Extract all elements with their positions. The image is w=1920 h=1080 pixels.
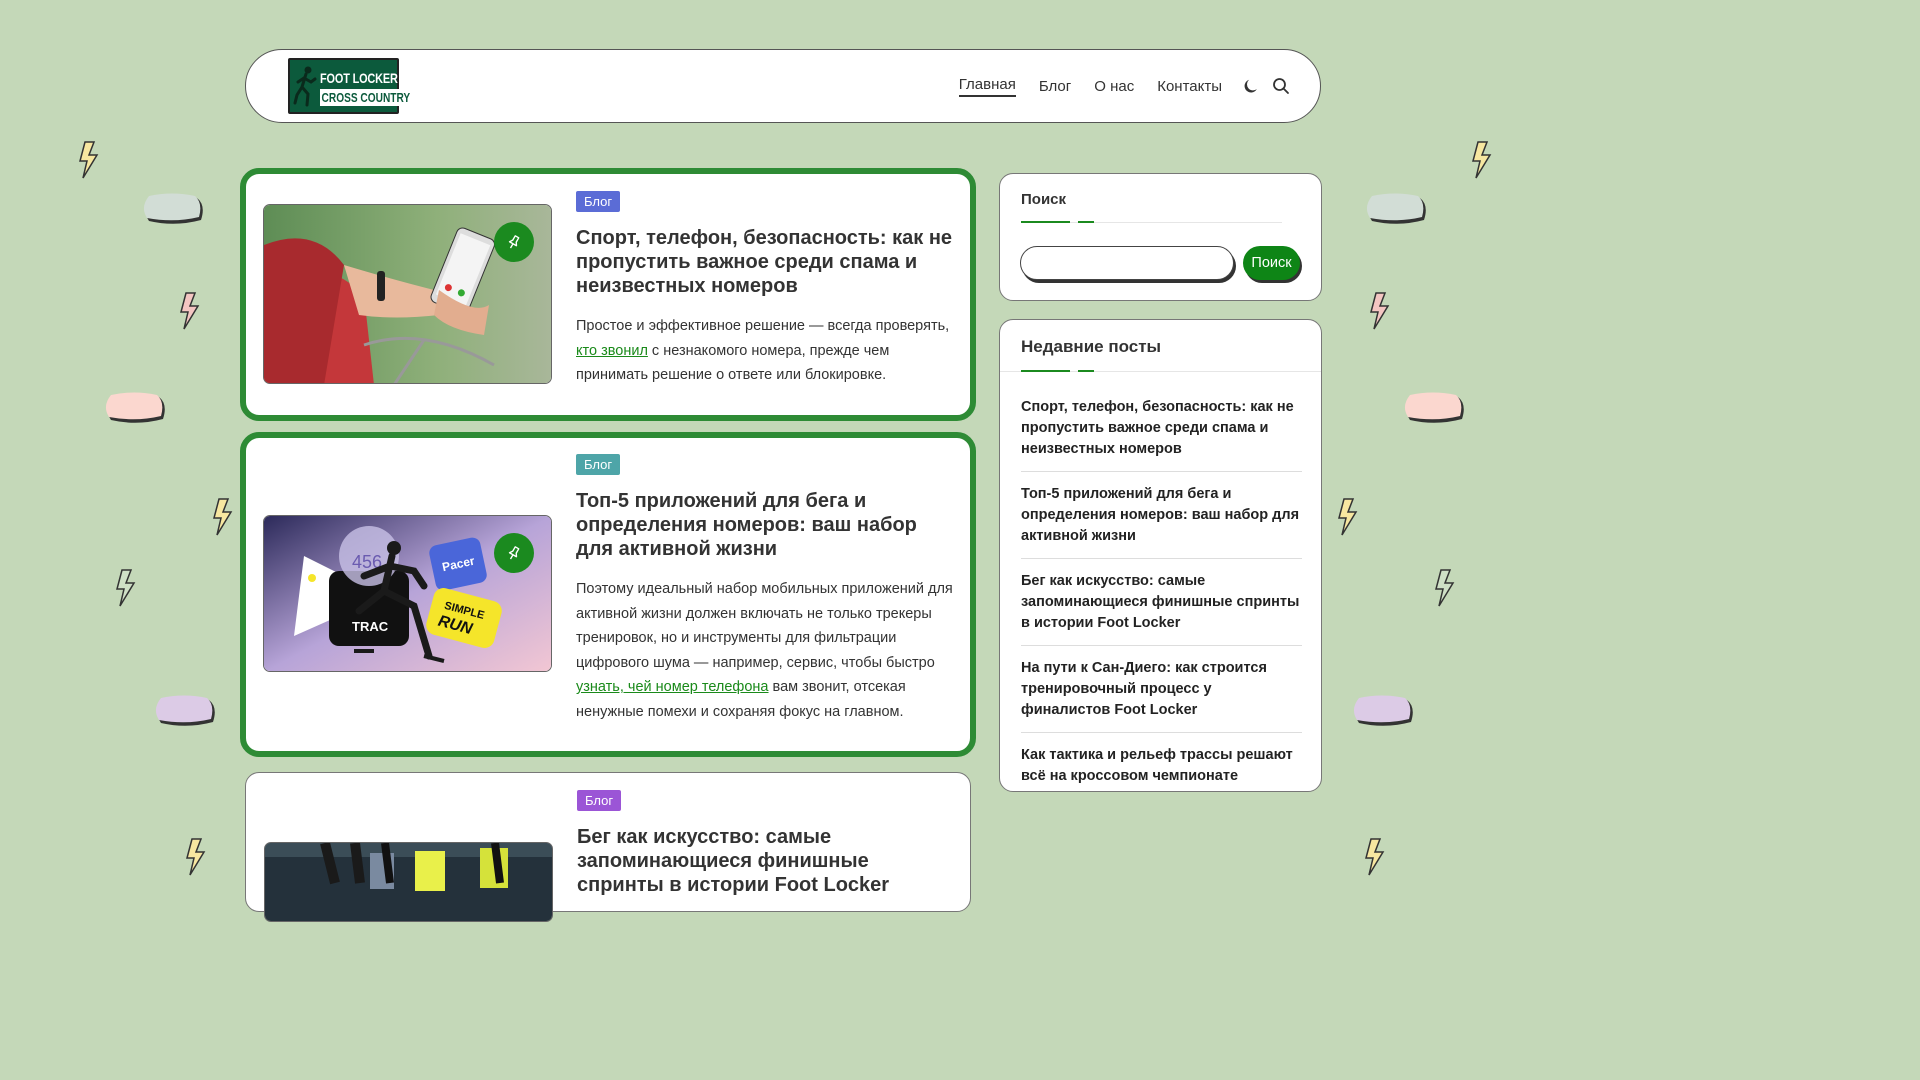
recent-post-link[interactable]: Бег как искусство: самые запоминающиеся … [1021,568,1302,646]
post-thumbnail[interactable] [264,842,553,922]
post-excerpt: Простое и эффективное решение — всегда п… [576,314,954,388]
post-thumbnail[interactable] [263,204,552,384]
search-input[interactable] [1020,246,1234,280]
excerpt-link[interactable]: узнать, чей номер телефона [576,679,769,695]
nav-item-about[interactable]: О нас [1094,78,1134,95]
widget-title-underline [1000,370,1321,372]
blob-shape [143,193,203,224]
blob-shape [1353,695,1413,726]
moon-icon[interactable] [1243,77,1261,95]
blob-shape [1404,392,1464,423]
lightning-icon [1435,569,1455,607]
recent-post-link[interactable]: Спорт, телефон, безопасность: как не про… [1021,394,1302,472]
nav-item-contacts[interactable]: Контакты [1157,78,1222,95]
blob-shape [1366,193,1426,224]
post-category-tag[interactable]: Блог [577,790,622,811]
lightning-icon [1365,838,1385,876]
post-thumbnail[interactable]: TRAC 456 Pacer SIMPLE RUN [263,515,552,672]
post-card: TRAC 456 Pacer SIMPLE RUN Блог Топ-5 при… [240,432,976,757]
recent-post-link[interactable]: Как тактика и рельеф трассы решают всё н… [1021,742,1302,798]
nav-item-blog[interactable]: Блог [1039,78,1071,95]
logo-line1: FOOT LOCKER [320,70,398,86]
widget-title: Поиск [1021,191,1067,208]
excerpt-link[interactable]: кто звонил [576,343,648,359]
lightning-icon [116,569,136,607]
pin-icon [494,222,534,262]
post-category-tag[interactable]: Блог [576,191,621,212]
widget-title: Недавние посты [1021,337,1162,356]
post-title[interactable]: Спорт, телефон, безопасность: как не про… [576,226,954,298]
recent-post-link[interactable]: Топ-5 приложений для бега и определения … [1021,481,1302,559]
post-card: Блог Бег как искусство: самые запоминающ… [245,772,971,922]
lightning-icon [79,141,99,179]
post-title[interactable]: Топ-5 приложений для бега и определения … [576,489,954,561]
pin-icon [494,533,534,573]
main-nav: Главная Блог О нас Контакты [936,50,1290,122]
lightning-icon [1472,141,1492,179]
excerpt-text: Простое и эффективное решение — всегда п… [576,318,950,334]
post-excerpt: Поэтому идеальный набор мобильных прилож… [576,577,954,724]
post-title[interactable]: Бег как искусство: самые запоминающиеся … [577,825,955,897]
post-body: Блог Бег как искусство: самые запоминающ… [577,790,955,897]
runner-icon [293,66,317,107]
search-button[interactable]: Поиск [1243,246,1300,280]
recent-posts-list: Спорт, телефон, безопасность: как не про… [1021,394,1302,807]
nav-item-home[interactable]: Главная [958,76,1016,97]
post-body: Блог Спорт, телефон, безопасность: как н… [576,191,954,388]
blob-shape [155,695,215,726]
post-image-sprint [265,843,552,921]
recent-posts-widget: Недавние посты Спорт, телефон, безопасно… [999,319,1322,792]
search-widget: Поиск Поиск [999,173,1322,301]
widget-title-underline [1021,221,1282,223]
lightning-icon [213,498,233,536]
post-body: Блог Топ-5 приложений для бега и определ… [576,454,954,724]
site-logo[interactable]: FOOT LOCKER CROSS COUNTRY [288,58,412,114]
post-card: Блог Спорт, телефон, безопасность: как н… [240,168,976,421]
lightning-icon [1370,292,1390,330]
recent-post-link[interactable]: На пути к Сан-Диего: как строится тренир… [1021,655,1302,733]
lightning-icon [1338,498,1358,536]
post-category-tag[interactable]: Блог [576,454,621,475]
search-icon[interactable] [1272,77,1290,95]
logo-line2: CROSS COUNTRY [320,89,412,106]
site-header: FOOT LOCKER CROSS COUNTRY Главная Блог О… [245,49,1321,123]
lightning-icon [186,838,206,876]
lightning-icon [180,292,200,330]
blob-shape [105,392,165,423]
tile-label: TRAC [352,619,389,634]
excerpt-text: Поэтому идеальный набор мобильных прилож… [576,581,953,671]
